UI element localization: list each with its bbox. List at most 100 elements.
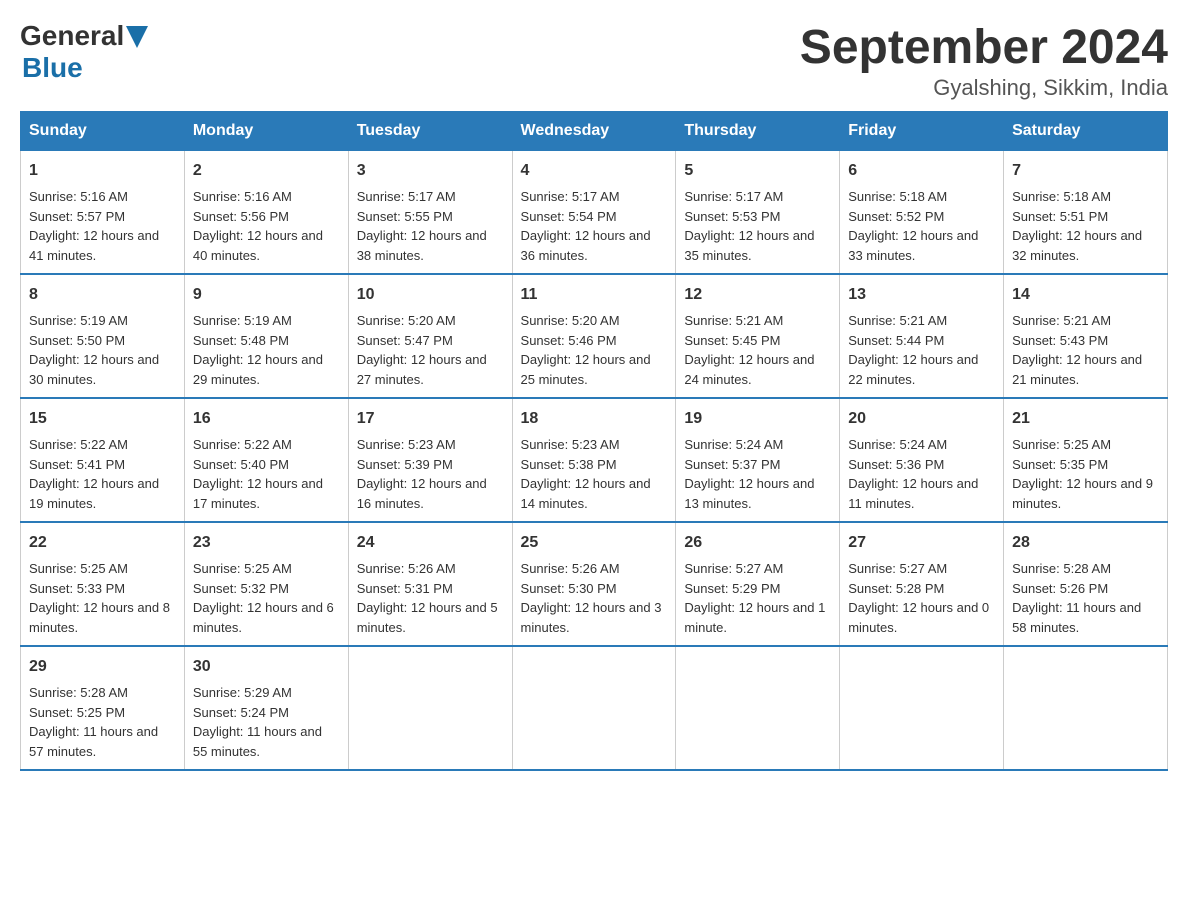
sunrise-text: Sunrise: 5:21 AM xyxy=(848,311,995,331)
week-row-5: 29Sunrise: 5:28 AMSunset: 5:25 PMDayligh… xyxy=(21,646,1168,770)
day-number: 14 xyxy=(1012,283,1159,307)
sunrise-text: Sunrise: 5:26 AM xyxy=(357,559,504,579)
sunrise-text: Sunrise: 5:24 AM xyxy=(684,435,831,455)
sunset-text: Sunset: 5:25 PM xyxy=(29,703,176,723)
day-number: 30 xyxy=(193,655,340,679)
sunrise-text: Sunrise: 5:28 AM xyxy=(1012,559,1159,579)
calendar-cell: 30Sunrise: 5:29 AMSunset: 5:24 PMDayligh… xyxy=(184,646,348,770)
calendar-cell: 23Sunrise: 5:25 AMSunset: 5:32 PMDayligh… xyxy=(184,522,348,646)
day-number: 3 xyxy=(357,159,504,183)
logo: General Blue xyxy=(20,20,148,84)
day-number: 7 xyxy=(1012,159,1159,183)
sunset-text: Sunset: 5:39 PM xyxy=(357,455,504,475)
day-number: 23 xyxy=(193,531,340,555)
sunrise-text: Sunrise: 5:23 AM xyxy=(521,435,668,455)
sunset-text: Sunset: 5:52 PM xyxy=(848,207,995,227)
sunset-text: Sunset: 5:45 PM xyxy=(684,331,831,351)
sunset-text: Sunset: 5:54 PM xyxy=(521,207,668,227)
daylight-text: Daylight: 12 hours and 41 minutes. xyxy=(29,226,176,265)
calendar-cell: 14 Sunrise: 5:21 AMSunset: 5:43 PMDayligh… xyxy=(1004,274,1168,398)
day-number: 16 xyxy=(193,407,340,431)
sunrise-text: Sunrise: 5:16 AM xyxy=(193,187,340,207)
calendar-cell xyxy=(348,646,512,770)
calendar-cell: 16Sunrise: 5:22 AMSunset: 5:40 PMDayligh… xyxy=(184,398,348,522)
calendar-cell: 22Sunrise: 5:25 AMSunset: 5:33 PMDayligh… xyxy=(21,522,185,646)
daylight-text: Daylight: 12 hours and 33 minutes. xyxy=(848,226,995,265)
day-header-wednesday: Wednesday xyxy=(512,112,676,151)
sunset-text: Sunset: 5:32 PM xyxy=(193,579,340,599)
sunset-text: Sunset: 5:47 PM xyxy=(357,331,504,351)
day-number: 13 xyxy=(848,283,995,307)
sunset-text: Sunset: 5:24 PM xyxy=(193,703,340,723)
day-number: 11 xyxy=(521,283,668,307)
calendar-cell: 7Sunrise: 5:18 AMSunset: 5:51 PMDaylight… xyxy=(1004,151,1168,275)
sunset-text: Sunset: 5:33 PM xyxy=(29,579,176,599)
logo-general-text: General xyxy=(20,20,124,52)
day-number: 6 xyxy=(848,159,995,183)
sunrise-text: Sunrise: 5:25 AM xyxy=(1012,435,1159,455)
daylight-text: Daylight: 12 hours and 21 minutes. xyxy=(1012,350,1159,389)
daylight-text: Daylight: 12 hours and 11 minutes. xyxy=(848,474,995,513)
day-number: 15 xyxy=(29,407,176,431)
daylight-text: Daylight: 12 hours and 30 minutes. xyxy=(29,350,176,389)
sunset-text: Sunset: 5:26 PM xyxy=(1012,579,1159,599)
sunrise-text: Sunrise: 5:21 AM xyxy=(684,311,831,331)
sunrise-text: Sunrise: 5:20 AM xyxy=(521,311,668,331)
day-number: 4 xyxy=(521,159,668,183)
daylight-text: Daylight: 12 hours and 9 minutes. xyxy=(1012,474,1159,513)
sunrise-text: Sunrise: 5:19 AM xyxy=(193,311,340,331)
day-number: 22 xyxy=(29,531,176,555)
calendar-cell: 21Sunrise: 5:25 AMSunset: 5:35 PMDayligh… xyxy=(1004,398,1168,522)
calendar-cell: 3Sunrise: 5:17 AMSunset: 5:55 PMDaylight… xyxy=(348,151,512,275)
calendar-cell: 8Sunrise: 5:19 AMSunset: 5:50 PMDaylight… xyxy=(21,274,185,398)
daylight-text: Daylight: 12 hours and 19 minutes. xyxy=(29,474,176,513)
week-row-2: 8Sunrise: 5:19 AMSunset: 5:50 PMDaylight… xyxy=(21,274,1168,398)
calendar-cell: 12Sunrise: 5:21 AMSunset: 5:45 PMDayligh… xyxy=(676,274,840,398)
sunset-text: Sunset: 5:43 PM xyxy=(1012,331,1159,351)
day-number: 2 xyxy=(193,159,340,183)
day-header-monday: Monday xyxy=(184,112,348,151)
calendar-title: September 2024 xyxy=(800,20,1168,75)
logo-triangle-icon xyxy=(126,26,148,48)
calendar-cell: 26Sunrise: 5:27 AMSunset: 5:29 PMDayligh… xyxy=(676,522,840,646)
calendar-subtitle: Gyalshing, Sikkim, India xyxy=(800,75,1168,101)
sunrise-text: Sunrise: 5:22 AM xyxy=(29,435,176,455)
daylight-text: Daylight: 12 hours and 17 minutes. xyxy=(193,474,340,513)
calendar-cell: 15Sunrise: 5:22 AMSunset: 5:41 PMDayligh… xyxy=(21,398,185,522)
day-header-saturday: Saturday xyxy=(1004,112,1168,151)
day-number: 20 xyxy=(848,407,995,431)
week-row-4: 22Sunrise: 5:25 AMSunset: 5:33 PMDayligh… xyxy=(21,522,1168,646)
daylight-text: Daylight: 11 hours and 58 minutes. xyxy=(1012,598,1159,637)
sunrise-text: Sunrise: 5:24 AM xyxy=(848,435,995,455)
day-number: 5 xyxy=(684,159,831,183)
sunset-text: Sunset: 5:37 PM xyxy=(684,455,831,475)
daylight-text: Daylight: 11 hours and 57 minutes. xyxy=(29,722,176,761)
week-row-3: 15Sunrise: 5:22 AMSunset: 5:41 PMDayligh… xyxy=(21,398,1168,522)
sunrise-text: Sunrise: 5:21 AM xyxy=(1012,311,1159,331)
daylight-text: Daylight: 12 hours and 32 minutes. xyxy=(1012,226,1159,265)
daylight-text: Daylight: 12 hours and 0 minutes. xyxy=(848,598,995,637)
day-number: 25 xyxy=(521,531,668,555)
sunset-text: Sunset: 5:44 PM xyxy=(848,331,995,351)
day-header-tuesday: Tuesday xyxy=(348,112,512,151)
sunrise-text: Sunrise: 5:16 AM xyxy=(29,187,176,207)
sunrise-text: Sunrise: 5:23 AM xyxy=(357,435,504,455)
day-header-thursday: Thursday xyxy=(676,112,840,151)
sunset-text: Sunset: 5:48 PM xyxy=(193,331,340,351)
logo-blue-text: Blue xyxy=(22,52,83,84)
sunset-text: Sunset: 5:50 PM xyxy=(29,331,176,351)
calendar-cell: 20Sunrise: 5:24 AMSunset: 5:36 PMDayligh… xyxy=(840,398,1004,522)
daylight-text: Daylight: 12 hours and 22 minutes. xyxy=(848,350,995,389)
calendar-cell: 19Sunrise: 5:24 AMSunset: 5:37 PMDayligh… xyxy=(676,398,840,522)
calendar-cell: 28Sunrise: 5:28 AMSunset: 5:26 PMDayligh… xyxy=(1004,522,1168,646)
sunset-text: Sunset: 5:46 PM xyxy=(521,331,668,351)
daylight-text: Daylight: 12 hours and 13 minutes. xyxy=(684,474,831,513)
calendar-cell: 5Sunrise: 5:17 AMSunset: 5:53 PMDaylight… xyxy=(676,151,840,275)
daylight-text: Daylight: 12 hours and 27 minutes. xyxy=(357,350,504,389)
day-number: 29 xyxy=(29,655,176,679)
daylight-text: Daylight: 12 hours and 16 minutes. xyxy=(357,474,504,513)
day-header-sunday: Sunday xyxy=(21,112,185,151)
week-row-1: 1Sunrise: 5:16 AMSunset: 5:57 PMDaylight… xyxy=(21,151,1168,275)
sunset-text: Sunset: 5:35 PM xyxy=(1012,455,1159,475)
sunrise-text: Sunrise: 5:17 AM xyxy=(357,187,504,207)
